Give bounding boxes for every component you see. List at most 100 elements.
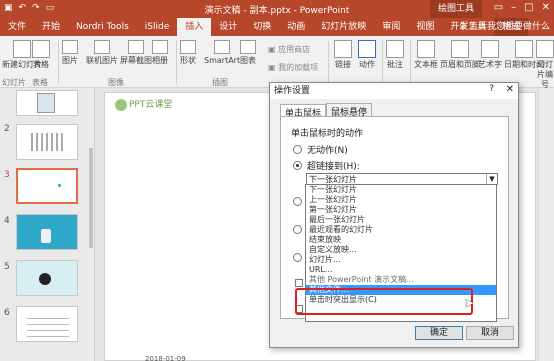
album-icon	[152, 40, 168, 54]
mouse-cursor-icon: ➤	[464, 296, 475, 310]
maximize-icon[interactable]: □	[524, 2, 533, 13]
list-item[interactable]: 结束放映	[306, 235, 496, 245]
tab-slideshow[interactable]: 幻灯片放映	[313, 18, 374, 36]
tab-islide[interactable]: iSlide	[137, 18, 177, 36]
close-window-icon[interactable]: ✕	[542, 2, 550, 13]
textbox-icon	[417, 40, 435, 58]
picture-button[interactable]: 图片	[62, 40, 78, 66]
logo-icon	[115, 98, 127, 111]
list-item[interactable]: 自定义放映...	[306, 245, 496, 255]
ribbon-separator	[328, 40, 329, 84]
slide-number-button[interactable]: 幻灯片编号	[536, 40, 554, 90]
slide-thumbnail[interactable]	[16, 306, 78, 342]
dropdown-arrow-icon[interactable]: ▼	[486, 174, 497, 184]
keyboard-image	[31, 133, 63, 151]
thumbnail-scrollbar[interactable]	[88, 88, 94, 361]
link-icon	[334, 40, 352, 58]
textbox-button[interactable]: 文本框	[414, 40, 438, 70]
wordart-button[interactable]: 艺术字	[478, 40, 502, 70]
slide-thumbnail[interactable]	[16, 214, 78, 250]
radio-circle	[293, 145, 302, 154]
tab-file[interactable]: 文件	[0, 18, 34, 36]
store-icon: ▣	[268, 45, 279, 54]
tab-view[interactable]: 视图	[408, 18, 442, 36]
ppt-logo: PPT云课堂	[115, 97, 172, 111]
tab-nordri-tools[interactable]: Nordri Tools	[68, 18, 137, 36]
ribbon: 新建幻灯片 表格 图片 联机图片 屏幕截图 相册 形状 SmartArt 图表 …	[0, 36, 554, 90]
tell-me-search[interactable]: ♀ 告诉我您想要做什么	[460, 18, 550, 36]
ribbon-separator	[382, 40, 383, 84]
slide-thumbnail[interactable]	[16, 260, 78, 296]
radio-circle	[293, 197, 302, 206]
screenshot-button[interactable]: 屏幕截图	[120, 40, 152, 66]
radio-circle	[293, 253, 302, 262]
list-item[interactable]: 最后一张幻灯片	[306, 215, 496, 225]
radio-hyperlink[interactable]: 超链接到(H):	[293, 159, 360, 172]
comment-button[interactable]: 批注	[386, 40, 404, 70]
link-button[interactable]: 链接	[334, 40, 352, 70]
chart-icon	[240, 40, 256, 54]
list-item[interactable]: 幻灯片...	[306, 255, 496, 265]
slide-thumbnail-panel: 2 3 4 5 6	[0, 88, 95, 361]
group-label-images: 图像	[108, 78, 124, 87]
dialog-help-button[interactable]: ?	[489, 84, 494, 94]
album-button[interactable]: 相册	[152, 40, 168, 66]
group-label-tables: 表格	[32, 78, 48, 87]
list-item[interactable]: 最近观看的幻灯片	[306, 225, 496, 235]
dialog-close-icon[interactable]: ✕	[506, 84, 514, 95]
slide-number-icon	[536, 40, 554, 58]
group-label-slides: 幻灯片	[2, 78, 26, 87]
play-sound-checkbox[interactable]	[295, 279, 303, 287]
my-addins-button[interactable]: ▣ 我的加载项	[268, 62, 318, 73]
radio-run-program[interactable]	[293, 197, 302, 206]
slide-thumbnail[interactable]	[16, 90, 78, 116]
app-store-button[interactable]: ▣ 应用商店	[268, 44, 310, 55]
table-button[interactable]: 表格	[32, 40, 50, 70]
smartart-icon	[214, 40, 231, 54]
slide-date: 2018-01-09	[145, 355, 186, 361]
action-button[interactable]: 动作	[358, 40, 376, 70]
ok-button[interactable]: 确定	[415, 326, 463, 340]
slide-thumbnail-selected[interactable]	[16, 168, 78, 204]
online-picture-icon	[94, 40, 110, 54]
list-item[interactable]: URL...	[306, 265, 496, 275]
smartart-button[interactable]: SmartArt	[204, 40, 240, 66]
list-item[interactable]: 上一张幻灯片	[306, 195, 496, 205]
slide-number: 5	[4, 262, 10, 272]
list-item[interactable]: 下一张幻灯片	[306, 185, 496, 195]
radio-run-macro[interactable]	[293, 225, 302, 234]
scrollbar-thumb[interactable]	[89, 148, 93, 248]
header-footer-button[interactable]: 页眉和页脚	[440, 40, 480, 70]
tab-review[interactable]: 审阅	[374, 18, 408, 36]
tab-insert[interactable]: 插入	[177, 18, 212, 36]
list-item[interactable]: 第一张幻灯片	[306, 205, 496, 215]
screenshot-icon	[128, 40, 144, 54]
tab-transitions[interactable]: 切换	[245, 18, 279, 36]
shapes-icon	[180, 40, 196, 54]
tab-animations[interactable]: 动画	[279, 18, 313, 36]
tab-design[interactable]: 设计	[211, 18, 245, 36]
radio-no-action[interactable]: 无动作(N)	[293, 143, 348, 156]
radio-circle-selected	[293, 161, 302, 170]
cancel-button[interactable]: 取消	[466, 326, 514, 340]
radio-object-action[interactable]	[293, 253, 302, 262]
comment-icon	[386, 40, 404, 58]
star-icon	[358, 40, 376, 58]
title-bar: ▣ ↶ ↷ ▭ 演示文稿 - 副本.pptx - PowerPoint 绘图工具…	[0, 0, 554, 18]
chart-button[interactable]: 图表	[240, 40, 256, 66]
minimize-icon[interactable]: –	[511, 2, 516, 13]
slide-thumbnail[interactable]	[16, 124, 78, 160]
online-picture-button[interactable]: 联机图片	[86, 40, 118, 66]
table-icon	[32, 40, 50, 58]
tab-home[interactable]: 开始	[34, 18, 68, 36]
slide-number: 2	[4, 124, 10, 134]
slide-number: 4	[4, 216, 10, 226]
list-item[interactable]: 其他 PowerPoint 演示文稿...	[306, 275, 496, 285]
slide-number: 6	[4, 308, 10, 318]
slide-number: 3	[4, 170, 10, 180]
slide-vertical-scrollbar[interactable]	[538, 88, 554, 361]
shapes-button[interactable]: 形状	[180, 40, 196, 66]
cup-image	[41, 229, 51, 243]
ribbon-separator	[176, 40, 177, 84]
ribbon-options-icon[interactable]: ▭	[494, 2, 503, 13]
